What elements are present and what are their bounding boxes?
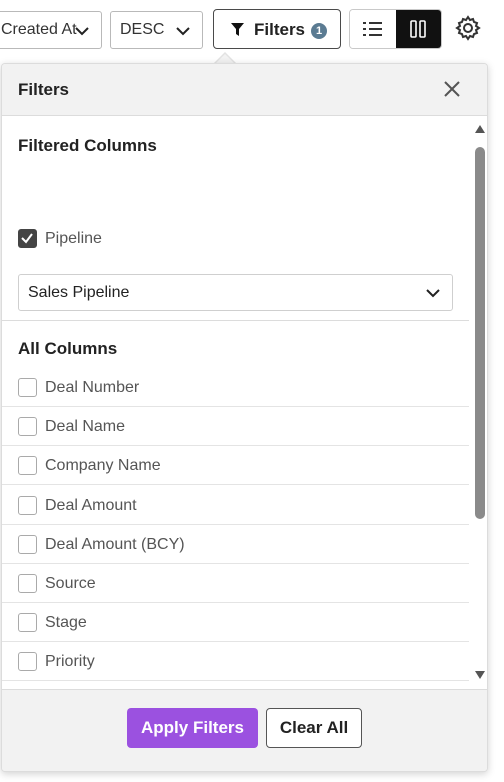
panel-scrollbar[interactable] <box>471 117 487 689</box>
column-option[interactable]: Deal Amount (BCY) <box>2 525 469 564</box>
scroll-up-arrow-icon[interactable] <box>475 125 485 133</box>
checkbox-label: Deal Amount (BCY) <box>45 536 185 553</box>
checkbox[interactable] <box>18 574 37 593</box>
filtered-columns-title: Filtered Columns <box>18 136 157 155</box>
scroll-down-arrow-icon[interactable] <box>475 671 485 679</box>
toolbar: Created At DESC Filters 1 <box>0 0 504 60</box>
scroll-thumb[interactable] <box>475 147 485 519</box>
column-option[interactable]: Deal Amount <box>2 486 469 525</box>
checkbox[interactable] <box>18 496 37 515</box>
columns-icon <box>410 20 427 38</box>
section-divider <box>2 320 469 321</box>
checkbox-label: Company Name <box>45 457 161 474</box>
sort-field-value: Created At <box>1 21 77 38</box>
clear-all-button[interactable]: Clear All <box>266 708 362 748</box>
pipeline-select[interactable]: Sales Pipeline <box>18 274 453 311</box>
filters-panel-footer: Apply Filters Clear All <box>2 689 487 771</box>
list-icon <box>362 22 382 36</box>
checkbox-checked[interactable] <box>18 229 37 248</box>
chevron-down-icon <box>426 289 440 298</box>
column-option[interactable]: Company Name <box>2 446 469 485</box>
filters-button[interactable]: Filters 1 <box>213 9 341 49</box>
all-columns-title: All Columns <box>18 339 118 358</box>
checkbox[interactable] <box>18 613 37 632</box>
checkbox[interactable] <box>18 417 37 436</box>
checkbox-label: Source <box>45 575 96 592</box>
filters-panel-header: Filters <box>2 64 487 116</box>
column-option[interactable]: Deal Name <box>2 407 469 446</box>
filters-panel: Filters Filtered Columns Pipeline Sales … <box>1 63 488 772</box>
checkbox-label: Pipeline <box>45 230 102 247</box>
column-option[interactable]: Deal Number <box>2 368 469 407</box>
filtered-column-pipeline[interactable]: Pipeline <box>2 219 469 258</box>
filters-panel-body: Filtered Columns Pipeline Sales Pipeline… <box>2 117 471 689</box>
view-toggle <box>349 9 442 49</box>
sort-direction-value: DESC <box>120 21 165 38</box>
close-icon[interactable] <box>443 80 461 98</box>
list-view-button[interactable] <box>350 10 396 48</box>
column-view-button[interactable] <box>395 10 441 48</box>
chevron-down-icon <box>176 27 190 36</box>
apply-filters-button[interactable]: Apply Filters <box>127 708 258 748</box>
gear-icon[interactable] <box>454 14 482 42</box>
checkbox-label: Stage <box>45 614 87 631</box>
checkbox[interactable] <box>18 456 37 475</box>
checkbox[interactable] <box>18 652 37 671</box>
sort-field-select[interactable]: Created At <box>0 11 102 49</box>
checkbox[interactable] <box>18 535 37 554</box>
sort-direction-select[interactable]: DESC <box>110 11 203 49</box>
column-option[interactable]: Priority <box>2 642 469 681</box>
column-option[interactable]: Source <box>2 564 469 603</box>
checkbox[interactable] <box>18 378 37 397</box>
column-option[interactable]: Stage <box>2 603 469 642</box>
checkbox-label: Priority <box>45 653 95 670</box>
checkbox-label: Deal Name <box>45 418 126 435</box>
filters-button-label: Filters <box>254 20 306 39</box>
checkmark-icon <box>21 233 33 244</box>
filters-panel-title: Filters <box>18 80 70 99</box>
filters-count-badge: 1 <box>311 23 327 39</box>
funnel-icon <box>231 23 244 36</box>
checkbox-label: Deal Number <box>45 379 140 396</box>
chevron-down-icon <box>75 27 89 36</box>
column-option[interactable]: Owner <box>2 682 469 689</box>
checkbox-label: Deal Amount <box>45 497 137 514</box>
pipeline-select-value: Sales Pipeline <box>28 284 130 301</box>
